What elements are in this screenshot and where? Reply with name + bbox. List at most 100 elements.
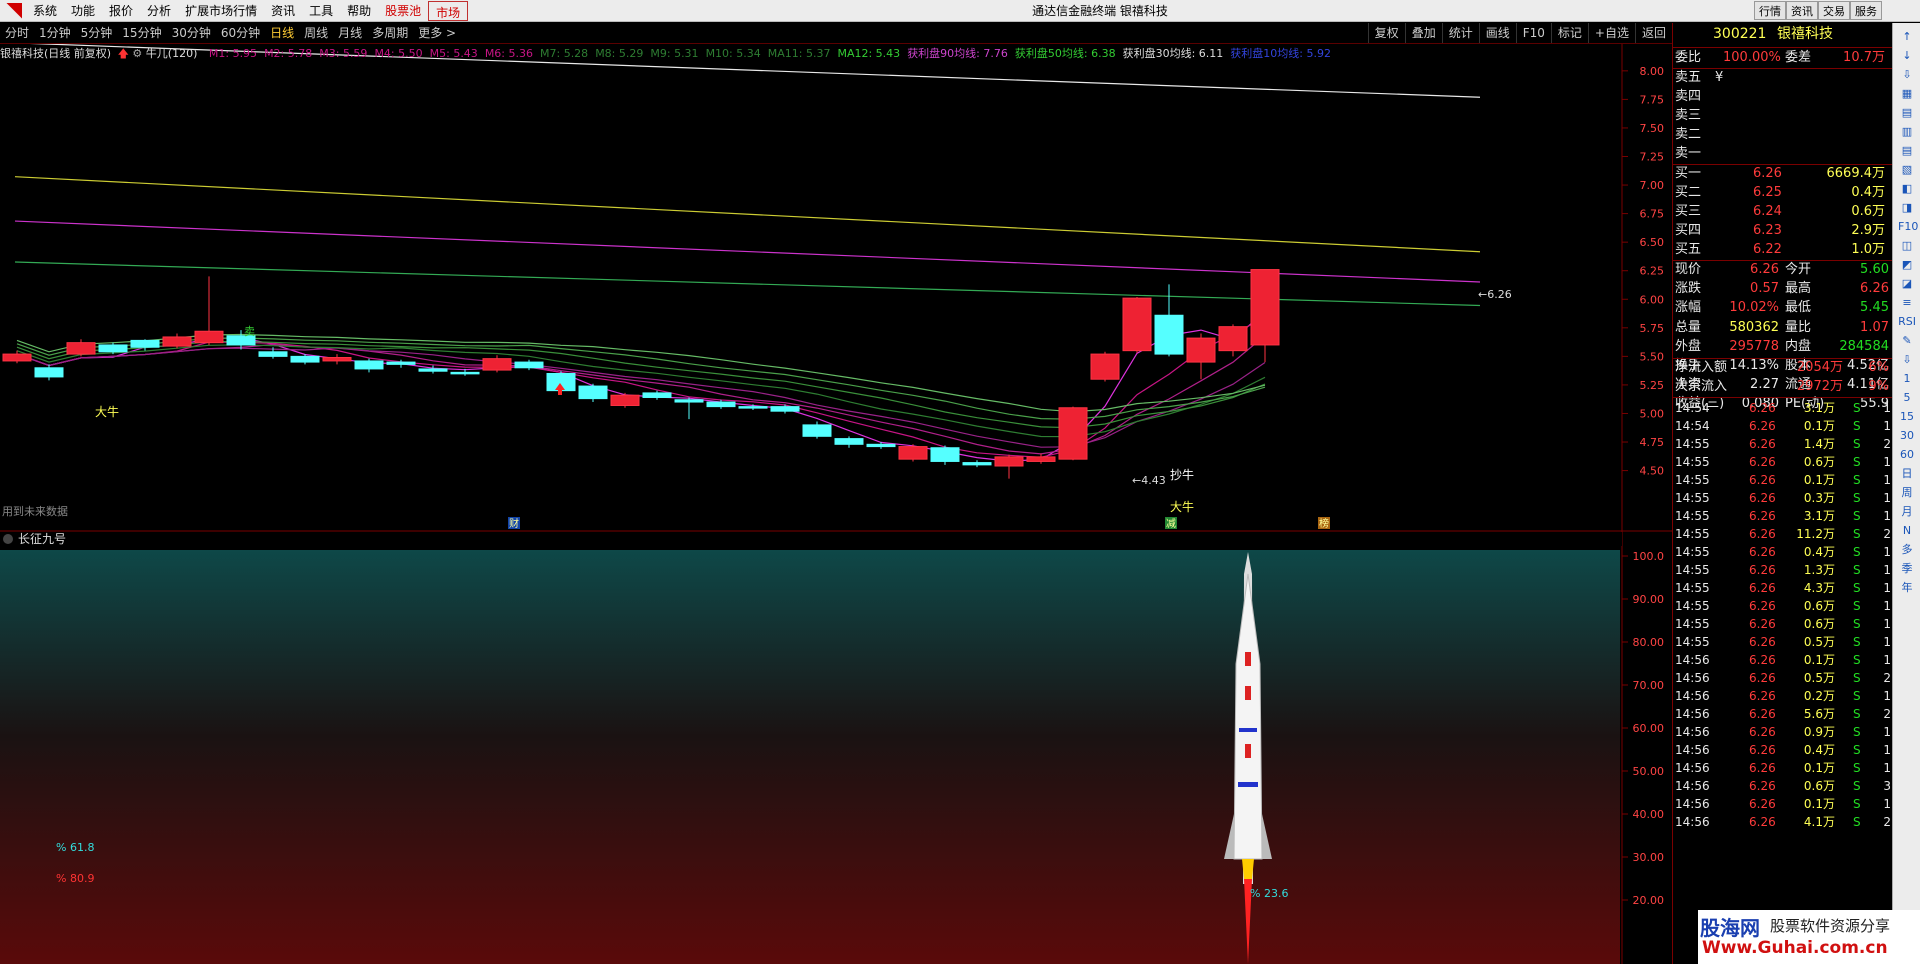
lower-indicator-background xyxy=(0,550,1620,964)
buy-level-row[interactable]: 买四 6.23 2.9万 xyxy=(1673,222,1893,240)
add-watchlist-button[interactable]: +自选 xyxy=(1587,23,1635,43)
period-daily[interactable]: 日线 xyxy=(265,23,299,43)
side-tool-icon[interactable]: 5 xyxy=(1898,390,1916,406)
commit-ratio-label: 委比 xyxy=(1675,50,1702,65)
sell-level-price: ¥ xyxy=(1715,70,1724,85)
side-tool-icon[interactable]: ✎ xyxy=(1898,333,1916,349)
candle-body xyxy=(1186,337,1216,363)
tick-side: S xyxy=(1853,779,1861,793)
side-tool-icon[interactable]: N xyxy=(1898,523,1916,539)
menu-quote[interactable]: 报价 xyxy=(102,0,140,22)
y-axis-label: 6.75 xyxy=(1640,208,1665,221)
indicator-name[interactable]: 牛儿(120) xyxy=(146,47,198,60)
period-1min[interactable]: 1分钟 xyxy=(34,23,76,43)
menu-system[interactable]: 系统 xyxy=(26,0,64,22)
period-60min[interactable]: 60分钟 xyxy=(216,23,265,43)
candle-body xyxy=(482,358,512,371)
period-tick[interactable]: 分时 xyxy=(0,23,34,43)
tick-price: 6.26 xyxy=(1749,545,1776,559)
period-30min[interactable]: 30分钟 xyxy=(167,23,216,43)
tick-row: 14:55 6.26 0.5万 S 1 xyxy=(1673,633,1893,651)
side-tool-icon[interactable]: 15 xyxy=(1898,409,1916,425)
side-tool-icon[interactable]: ▥ xyxy=(1898,124,1916,140)
side-tool-icon[interactable]: 多 xyxy=(1898,542,1916,558)
side-tool-icon[interactable]: ◨ xyxy=(1898,200,1916,216)
period-weekly[interactable]: 周线 xyxy=(299,23,333,43)
event-jian-label: 减 xyxy=(1166,518,1176,530)
watermark-url: Www.Guhai.com.cn xyxy=(1702,938,1888,958)
buy-level-row[interactable]: 买五 6.22 1.0万 xyxy=(1673,241,1893,259)
back-button[interactable]: 返回 xyxy=(1634,23,1672,43)
side-tool-icon[interactable]: 30 xyxy=(1898,428,1916,444)
top-news-button[interactable]: 资讯 xyxy=(1786,1,1818,20)
candle-body xyxy=(802,424,832,437)
tick-price: 6.26 xyxy=(1749,617,1776,631)
menu-tools[interactable]: 工具 xyxy=(302,0,340,22)
side-tool-icon[interactable]: ↓ xyxy=(1898,48,1916,64)
side-tool-icon[interactable]: 1 xyxy=(1898,371,1916,387)
kline-chart-area[interactable]: 8.00 7.75 7.50 7.25 7.00 6.75 6.50 6.25 6.00 5.75… xyxy=(0,44,1672,964)
top-trade-button[interactable]: 交易 xyxy=(1818,1,1850,20)
menu-function[interactable]: 功能 xyxy=(64,0,102,22)
period-multi[interactable]: 多周期 xyxy=(367,23,413,43)
restore-rights-button[interactable]: 复权 xyxy=(1367,23,1405,43)
menu-news[interactable]: 资讯 xyxy=(264,0,302,22)
side-tool-icon[interactable]: F10 xyxy=(1898,219,1918,235)
side-tool-icon[interactable]: ◪ xyxy=(1898,276,1916,292)
side-tool-icon[interactable]: ↑ xyxy=(1898,29,1916,45)
side-tool-icon[interactable]: ◩ xyxy=(1898,257,1916,273)
period-15min[interactable]: 15分钟 xyxy=(117,23,166,43)
candle-body xyxy=(1250,269,1280,346)
statistics-button[interactable]: 统计 xyxy=(1441,23,1479,43)
side-tool-icon[interactable]: 日 xyxy=(1898,466,1916,482)
side-tool-icon[interactable]: ▦ xyxy=(1898,86,1916,102)
menu-market[interactable]: 市场 xyxy=(428,0,469,21)
period-monthly[interactable]: 月线 xyxy=(333,23,367,43)
ma-legend-item: 获利盘90均线: 7.76 xyxy=(907,47,1008,60)
buy-level-row[interactable]: 买二 6.25 0.4万 xyxy=(1673,184,1893,202)
period-more[interactable]: 更多 > xyxy=(413,23,461,43)
ma-legend-item: MA11: 5.37 xyxy=(767,47,831,60)
menu-extended-market[interactable]: 扩展市场行情 xyxy=(178,0,264,22)
candle-body xyxy=(866,443,896,448)
side-tool-icon[interactable]: RSI xyxy=(1898,314,1916,330)
buy-level-row[interactable]: 买三 6.24 0.6万 xyxy=(1673,203,1893,221)
mark-button[interactable]: 标记 xyxy=(1550,23,1588,43)
tick-time: 14:55 xyxy=(1675,509,1710,523)
side-tool-icon[interactable]: ≡ xyxy=(1898,295,1916,311)
side-tool-icon[interactable]: ◫ xyxy=(1898,238,1916,254)
side-tool-icon[interactable]: 周 xyxy=(1898,485,1916,501)
side-tool-icon[interactable]: ▧ xyxy=(1898,162,1916,178)
candle-body xyxy=(642,392,672,398)
side-tool-icon[interactable]: ⇩ xyxy=(1898,67,1916,83)
side-tool-icon[interactable]: ▤ xyxy=(1898,143,1916,159)
f10-button[interactable]: F10 xyxy=(1515,23,1551,43)
overlay-button[interactable]: 叠加 xyxy=(1404,23,1442,43)
buy-level-volume: 6669.4万 xyxy=(1826,166,1886,181)
top-service-button[interactable]: 服务 xyxy=(1850,1,1882,20)
y-axis-label: 7.75 xyxy=(1640,93,1665,106)
collapse-icon[interactable] xyxy=(3,534,13,544)
side-tool-icon[interactable]: 季 xyxy=(1898,561,1916,577)
settings-icon[interactable]: ⚙ xyxy=(132,47,142,60)
menu-analysis[interactable]: 分析 xyxy=(140,0,178,22)
side-tool-icon[interactable]: 月 xyxy=(1898,504,1916,520)
side-tool-icon[interactable]: 60 xyxy=(1898,447,1916,463)
buy-level-row[interactable]: 买一 6.26 6669.4万 xyxy=(1673,165,1893,183)
side-tool-icon[interactable]: ▤ xyxy=(1898,105,1916,121)
menu-help[interactable]: 帮助 xyxy=(340,0,378,22)
side-tool-icon[interactable]: ◧ xyxy=(1898,181,1916,197)
period-5min[interactable]: 5分钟 xyxy=(76,23,118,43)
candle-body xyxy=(962,462,992,466)
sell-level-label: 卖四 xyxy=(1675,89,1702,104)
tick-price: 6.26 xyxy=(1749,419,1776,433)
tick-time: 14:56 xyxy=(1675,797,1710,811)
y-axis-label: 5.75 xyxy=(1640,322,1665,335)
tick-count: 1 xyxy=(1883,455,1891,469)
draw-line-button[interactable]: 画线 xyxy=(1478,23,1516,43)
menu-stock-pool[interactable]: 股票池 xyxy=(378,0,428,22)
side-tool-icon[interactable]: ⇩ xyxy=(1898,352,1916,368)
top-quote-button[interactable]: 行情 xyxy=(1754,1,1786,20)
tick-volume: 4.1万 xyxy=(1803,815,1835,829)
side-tool-icon[interactable]: 年 xyxy=(1898,580,1916,596)
